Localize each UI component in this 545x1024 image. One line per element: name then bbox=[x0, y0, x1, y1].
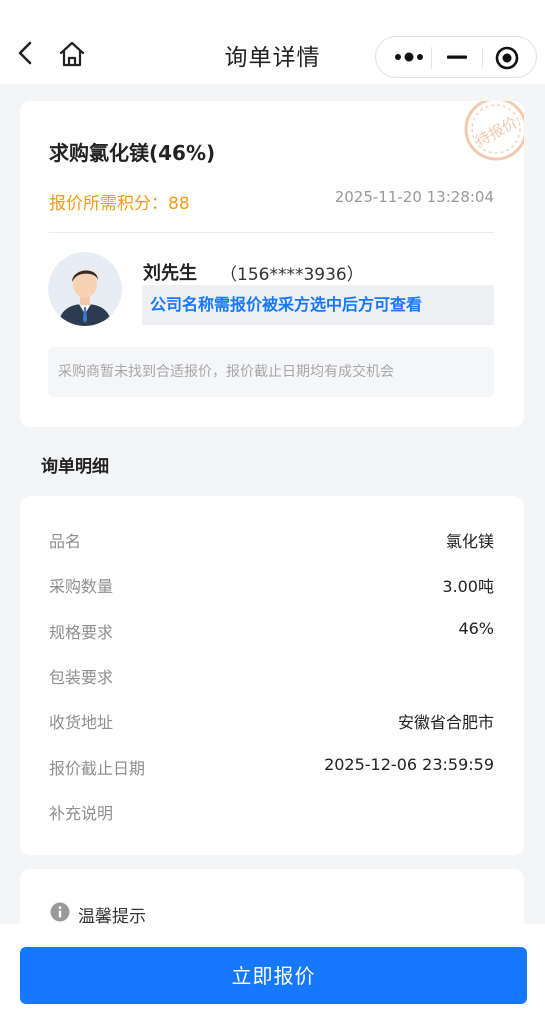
product-title: 求购氯化镁(46%) bbox=[49, 141, 216, 165]
detail-value: 2025-12-06 23:59:59 bbox=[324, 755, 494, 774]
detail-row-spec: 规格要求 46% bbox=[49, 619, 494, 643]
company-hidden-note: 公司名称需报价被采方选中后方可查看 bbox=[142, 285, 494, 325]
detail-row-quantity: 采购数量 3.00吨 bbox=[49, 573, 494, 597]
quote-now-button[interactable]: 立即报价 bbox=[20, 947, 527, 1004]
miniapp-capsule bbox=[375, 36, 537, 78]
detail-row-remarks: 补充说明 bbox=[49, 800, 494, 824]
contact-phone: （156****3936） bbox=[220, 265, 364, 285]
points-label: 报价所需积分： bbox=[49, 194, 168, 214]
capsule-divider bbox=[482, 47, 483, 69]
detail-label: 品名 bbox=[49, 532, 82, 551]
capsule-divider bbox=[431, 47, 432, 69]
detail-row-packaging: 包装要求 bbox=[49, 664, 494, 688]
deal-chance-hint: 采购商暂未找到合适报价，报价截止日期均有成交机会 bbox=[48, 347, 494, 397]
detail-label: 补充说明 bbox=[49, 804, 114, 823]
info-icon bbox=[50, 902, 70, 922]
more-dots-icon[interactable] bbox=[392, 47, 426, 67]
close-target-icon[interactable] bbox=[494, 45, 520, 71]
bottom-action-bar: 立即报价 bbox=[0, 924, 545, 1024]
detail-value: 安徽省合肥市 bbox=[397, 713, 494, 732]
section-title-details: 询单明细 bbox=[41, 457, 109, 477]
detail-label: 采购数量 bbox=[49, 577, 114, 596]
inquiry-summary-card: 待报价 求购氯化镁(46%) 报价所需积分：88 2025-11-20 13:2… bbox=[20, 101, 524, 427]
minimize-icon[interactable] bbox=[442, 47, 472, 67]
detail-label: 报价截止日期 bbox=[49, 759, 146, 778]
top-nav-bar: 询单详情 bbox=[0, 0, 545, 84]
publish-timestamp: 2025-11-20 13:28:04 bbox=[334, 188, 494, 206]
required-points: 报价所需积分：88 bbox=[49, 189, 190, 214]
detail-label: 收货地址 bbox=[49, 713, 114, 732]
contact-name: 刘先生 bbox=[143, 263, 197, 284]
divider bbox=[49, 232, 494, 233]
stamp-text: 待报价 bbox=[472, 113, 520, 150]
points-value: 88 bbox=[168, 194, 190, 214]
detail-value: 氯化镁 bbox=[445, 532, 494, 551]
detail-row-address: 收货地址 安徽省合肥市 bbox=[49, 709, 494, 733]
detail-label: 包装要求 bbox=[49, 668, 114, 687]
avatar bbox=[48, 252, 122, 326]
pending-quote-stamp: 待报价 bbox=[464, 101, 524, 161]
detail-row-deadline: 报价截止日期 2025-12-06 23:59:59 bbox=[49, 755, 494, 779]
detail-row-product-name: 品名 氯化镁 bbox=[49, 528, 494, 552]
detail-value: 3.00吨 bbox=[442, 577, 494, 596]
detail-label: 规格要求 bbox=[49, 623, 114, 642]
inquiry-details-card: 品名 氯化镁 采购数量 3.00吨 规格要求 46% 包装要求 收货地址 安徽省… bbox=[20, 496, 524, 855]
detail-value: 46% bbox=[458, 619, 494, 638]
